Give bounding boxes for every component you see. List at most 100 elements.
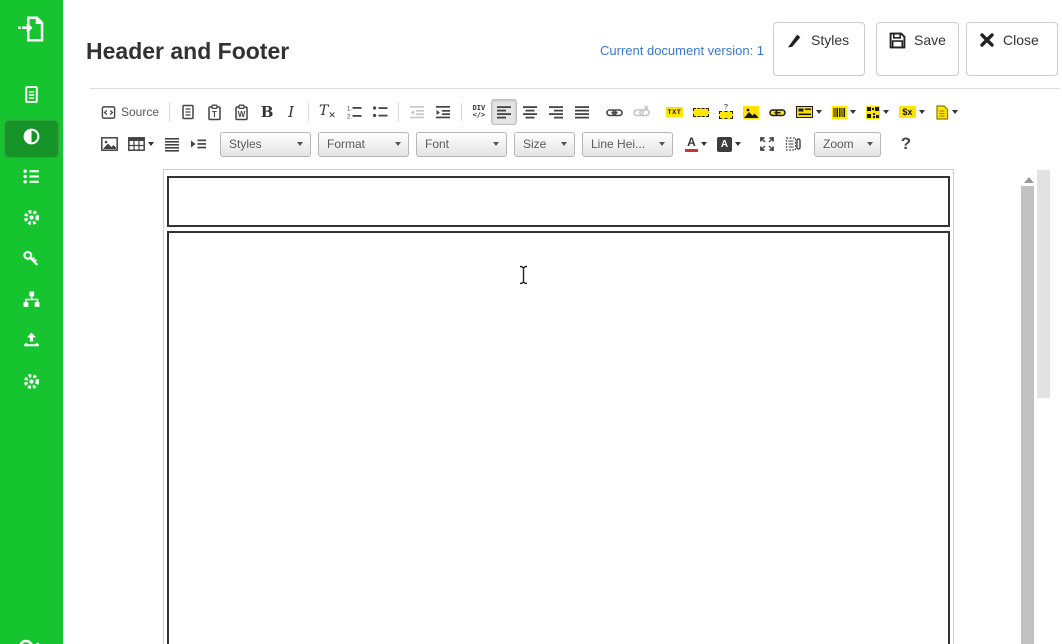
about-help-button[interactable]: ?: [894, 131, 918, 157]
close-icon: [979, 32, 995, 48]
upload-icon: [22, 331, 41, 355]
save-button[interactable]: Save: [876, 22, 959, 76]
indent-button[interactable]: [430, 99, 456, 125]
maximize-icon: [759, 136, 775, 152]
sidebar-item-header-footer[interactable]: [0, 120, 63, 158]
question-mark-icon: ?: [901, 134, 911, 154]
bg-color-button[interactable]: A: [712, 131, 746, 157]
placeholder-field-button[interactable]: [688, 99, 714, 125]
numbered-list-button[interactable]: 1. 2.: [341, 99, 367, 125]
div-container-button[interactable]: DIV</>: [467, 99, 491, 125]
bulleted-list-button[interactable]: [367, 99, 393, 125]
page-scrollbar-thumb[interactable]: [1037, 170, 1050, 398]
unlink-icon: [633, 104, 650, 121]
justify-icon: [574, 104, 590, 120]
placeholder-form-button[interactable]: [791, 99, 827, 125]
paste-text-icon: T: [206, 104, 223, 121]
image-button[interactable]: [96, 131, 123, 157]
horizontal-rule-icon: [164, 137, 180, 152]
page-break-button[interactable]: [185, 131, 212, 157]
unlink-button[interactable]: [628, 99, 655, 125]
paste-word-button[interactable]: W: [228, 99, 255, 125]
placeholder-document-button[interactable]: [930, 99, 963, 125]
barcode-button[interactable]: [827, 99, 861, 125]
size-combo[interactable]: Size: [514, 132, 575, 157]
sidebar-item-documents[interactable]: [0, 78, 63, 116]
zoom-combo[interactable]: Zoom: [814, 132, 881, 157]
sidebar-item-settings[interactable]: [0, 201, 63, 239]
placeholder-text-button[interactable]: TXT: [661, 99, 688, 125]
styles-combo[interactable]: Styles: [220, 132, 311, 157]
show-blocks-button[interactable]: [780, 131, 806, 157]
justify-button[interactable]: [569, 99, 595, 125]
source-icon: [101, 105, 116, 120]
app-logo[interactable]: [0, 8, 63, 54]
editor-header-region[interactable]: [167, 176, 950, 227]
font-combo[interactable]: Font: [416, 132, 507, 157]
bulleted-list-icon: [372, 104, 388, 120]
sidebar-item-configuration[interactable]: [0, 365, 63, 403]
sidebar-item-partial-bottom[interactable]: [14, 633, 50, 644]
save-icon: [889, 32, 906, 49]
text-color-icon: A: [685, 137, 698, 152]
table-button[interactable]: [123, 131, 159, 157]
zoom-combo-label: Zoom: [823, 137, 854, 151]
placeholder-image-button[interactable]: [738, 99, 764, 125]
maximize-button[interactable]: [754, 131, 780, 157]
numbered-list-icon: 1. 2.: [346, 104, 362, 120]
remove-format-icon: T✕: [319, 103, 336, 121]
italic-button[interactable]: I: [279, 99, 303, 125]
dropdown-caret-icon: [395, 142, 401, 146]
new-page-button[interactable]: [175, 99, 201, 125]
styles-button[interactable]: Styles: [773, 22, 865, 76]
user-gear-partial-icon: [14, 633, 50, 644]
contrast-icon: [22, 127, 41, 151]
dropdown-caret-icon: [883, 110, 889, 114]
bold-button[interactable]: B: [255, 99, 279, 125]
placeholder-optional-field-button[interactable]: ?: [714, 99, 738, 125]
dropdown-caret-icon: [919, 110, 925, 114]
sidebar-item-keys[interactable]: [0, 242, 63, 280]
page-break-icon: [190, 137, 207, 151]
line-height-combo[interactable]: Line Hei...: [582, 132, 673, 157]
align-left-button[interactable]: [491, 99, 517, 125]
barcode-icon: [832, 106, 847, 119]
italic-icon: I: [288, 103, 294, 121]
sidebar-item-upload[interactable]: [0, 324, 63, 362]
align-left-icon: [496, 104, 512, 120]
remove-format-button[interactable]: T✕: [314, 99, 341, 125]
dropdown-caret-icon: [850, 110, 856, 114]
editor-scrollbar-thumb[interactable]: [1021, 186, 1034, 644]
sitemap-icon: [22, 290, 41, 314]
sidebar-item-list[interactable]: [0, 160, 63, 198]
gear-icon: [22, 208, 41, 232]
text-color-button[interactable]: A: [680, 131, 712, 157]
qrcode-button[interactable]: [861, 99, 894, 125]
size-combo-label: Size: [523, 137, 546, 151]
key-icon: [22, 249, 41, 273]
link-button[interactable]: [601, 99, 628, 125]
horizontal-rule-button[interactable]: [159, 131, 185, 157]
align-center-icon: [522, 104, 538, 120]
editor-body-region[interactable]: [167, 231, 950, 644]
close-button[interactable]: Close: [966, 22, 1058, 76]
align-right-button[interactable]: [543, 99, 569, 125]
save-button-label: Save: [914, 32, 946, 48]
bg-color-icon: A: [717, 137, 732, 152]
page-title: Header and Footer: [86, 38, 289, 65]
outdent-button[interactable]: [404, 99, 430, 125]
paste-text-button[interactable]: T: [201, 99, 228, 125]
svg-text:1.: 1.: [347, 107, 352, 113]
line-height-combo-label: Line Hei...: [591, 137, 645, 151]
sidebar-item-hierarchy[interactable]: [0, 283, 63, 321]
formula-button[interactable]: $x: [894, 99, 930, 125]
format-combo[interactable]: Format: [318, 132, 409, 157]
editor-scrollbar-up-arrow[interactable]: [1024, 177, 1034, 183]
dropdown-caret-icon: [148, 142, 154, 146]
new-page-icon: [180, 104, 196, 120]
placeholder-link-button[interactable]: [764, 99, 791, 125]
source-button[interactable]: Source: [96, 99, 164, 125]
placeholder-field-icon: [693, 108, 709, 117]
placeholder-optional-field-icon: ?: [719, 105, 733, 119]
align-center-button[interactable]: [517, 99, 543, 125]
